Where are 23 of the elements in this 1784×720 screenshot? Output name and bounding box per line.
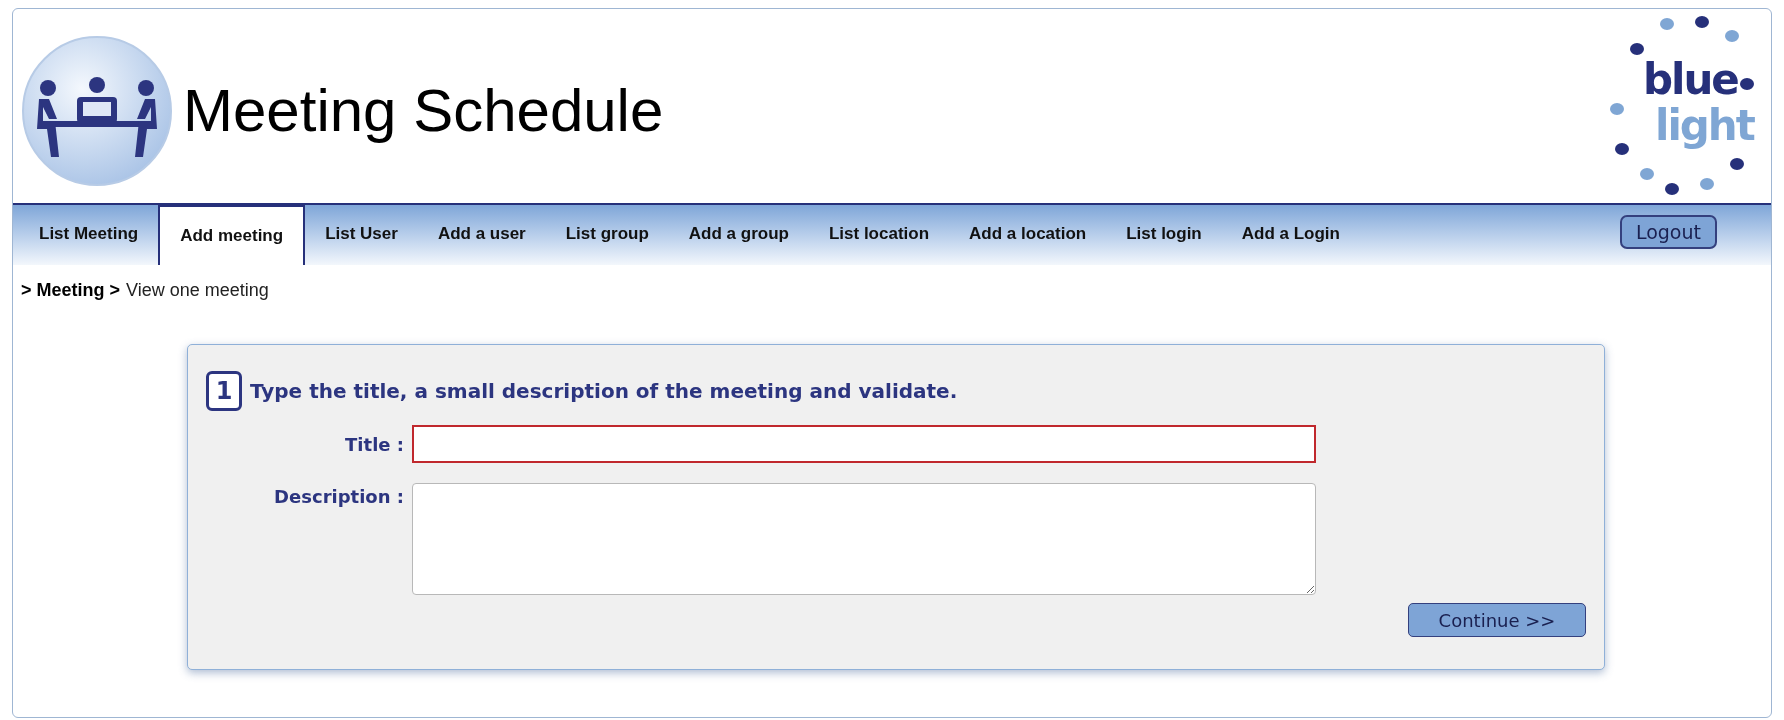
- nav-tab[interactable]: List login: [1106, 205, 1222, 265]
- nav-tab[interactable]: Add a user: [417, 205, 546, 265]
- continue-button[interactable]: Continue >>: [1408, 603, 1586, 637]
- field-label: Description :: [273, 485, 405, 509]
- nav-tab[interactable]: List Meeting: [19, 205, 159, 265]
- nav-tab[interactable]: Add a group: [668, 205, 809, 265]
- form-instruction: Type the title, a small description of the meeting and validate.: [250, 378, 958, 405]
- brand-logo: blue light: [1607, 13, 1767, 199]
- meeting-logo-icon: [21, 35, 173, 187]
- field-label: Title :: [344, 432, 405, 457]
- description-field[interactable]: [412, 483, 1316, 595]
- nav-tab[interactable]: List User: [305, 205, 418, 265]
- app-title: Meeting Schedule: [183, 76, 664, 146]
- title-field[interactable]: [412, 425, 1316, 463]
- nav-tab[interactable]: List location: [808, 205, 950, 265]
- logout-button[interactable]: Logout: [1619, 215, 1717, 249]
- nav-tab[interactable]: Add a location: [949, 205, 1107, 265]
- nav-tab[interactable]: Add a Login: [1221, 205, 1360, 265]
- nav-tab[interactable]: List group: [545, 205, 669, 265]
- breadcrumb-section: > Meeting >: [21, 277, 121, 304]
- step-number: 1: [206, 371, 242, 411]
- breadcrumb-page: View one meeting: [126, 279, 269, 302]
- nav-tab[interactable]: Add meeting: [158, 205, 306, 265]
